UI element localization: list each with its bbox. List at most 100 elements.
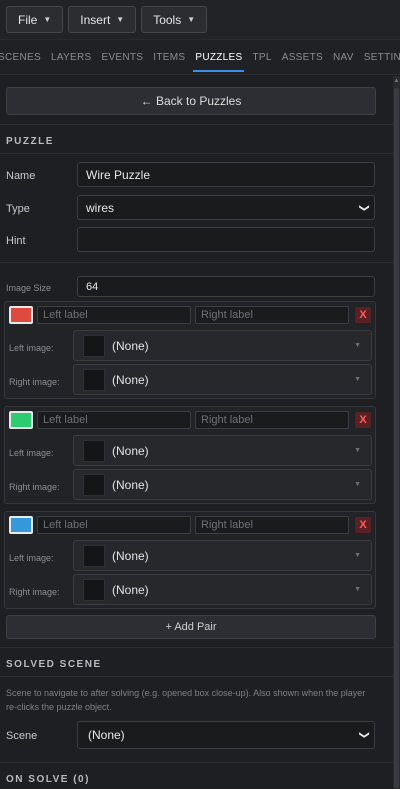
left-image-select[interactable]: (None) ▼ (73, 540, 372, 571)
image-thumbnail (83, 334, 105, 357)
tools-menu-button[interactable]: Tools ▼ (141, 6, 208, 33)
divider (0, 647, 393, 648)
right-label-input[interactable]: Right label (195, 411, 349, 429)
divider (0, 676, 393, 677)
hint-field[interactable] (77, 227, 375, 252)
caret-down-icon: ▼ (116, 15, 125, 24)
left-image-value: (None) (112, 548, 149, 563)
solved-scene-section-title: SOLVED SCENE (6, 659, 102, 670)
caret-down-icon: ▼ (43, 15, 52, 24)
dropdown-arrow-icon: ▼ (354, 586, 361, 593)
insert-menu-label: Insert (80, 12, 111, 27)
image-size-label: Image Size (6, 283, 52, 293)
image-thumbnail (83, 578, 105, 601)
menubar: File ▼ Insert ▼ Tools ▼ (0, 0, 400, 40)
dropdown-arrow-icon: ▼ (354, 342, 361, 349)
right-image-value: (None) (112, 477, 149, 492)
left-image-label: Left image: (9, 448, 54, 458)
dropdown-arrow-icon: ▼ (354, 552, 361, 559)
delete-pair-button[interactable]: X (355, 412, 371, 428)
insert-menu-button[interactable]: Insert ▼ (68, 6, 137, 33)
scrollbar-thumb[interactable] (394, 88, 399, 788)
solved-scene-value: (None) (88, 728, 125, 742)
left-image-select[interactable]: (None) ▼ (73, 330, 372, 361)
chevron-down-icon: ❯ (358, 203, 370, 212)
tab-nav[interactable]: NAV (328, 40, 359, 74)
solved-scene-select[interactable]: (None) ❯ (77, 721, 375, 749)
add-pair-button[interactable]: + Add Pair (6, 615, 376, 639)
tab-items[interactable]: ITEMS (148, 40, 190, 74)
right-image-select[interactable]: (None) ▼ (73, 469, 372, 500)
color-fill (11, 518, 31, 532)
right-image-select[interactable]: (None) ▼ (73, 364, 372, 395)
name-value: Wire Puzzle (86, 167, 151, 182)
pair-color-swatch[interactable] (9, 516, 33, 534)
back-to-puzzles-button[interactable]: ← Back to Puzzles (6, 87, 376, 115)
left-label-input[interactable]: Left label (37, 516, 191, 534)
color-fill (11, 413, 31, 427)
scroll-up-icon[interactable]: ▲ (393, 78, 400, 84)
puzzle-section-title: PUZZLE (6, 136, 54, 147)
delete-pair-button[interactable]: X (355, 307, 371, 323)
panel-scrollbar[interactable]: ▲ (393, 76, 400, 789)
right-image-label: Right image: (9, 482, 60, 492)
dropdown-arrow-icon: ▼ (354, 447, 361, 454)
tab-bar: SCENES LAYERS EVENTS ITEMS PUZZLES TPL A… (0, 40, 400, 75)
dropdown-arrow-icon: ▼ (354, 481, 361, 488)
tab-settings[interactable]: SETTINGS (359, 40, 400, 74)
solved-scene-help-text: Scene to navigate to after solving (e.g.… (6, 688, 366, 712)
tools-menu-label: Tools (153, 12, 182, 27)
caret-down-icon: ▼ (187, 15, 196, 24)
puzzle-editor-panel: ← Back to Puzzles PUZZLE Name Wire Puzzl… (0, 76, 393, 789)
left-label-input[interactable]: Left label (37, 411, 191, 429)
tab-tpl[interactable]: TPL (247, 40, 276, 74)
tab-scenes[interactable]: SCENES (0, 40, 46, 74)
chevron-down-icon: ❯ (358, 730, 370, 740)
divider (0, 153, 393, 154)
on-solve-section-title: ON SOLVE (0) (6, 774, 90, 785)
tab-events[interactable]: EVENTS (96, 40, 148, 74)
divider (0, 262, 393, 263)
dropdown-arrow-icon: ▼ (354, 376, 361, 383)
type-value: wires (86, 200, 115, 215)
right-image-label: Right image: (9, 377, 60, 387)
left-image-label: Left image: (9, 553, 54, 563)
left-image-value: (None) (112, 443, 149, 458)
color-fill (11, 308, 31, 322)
tab-layers[interactable]: LAYERS (46, 40, 97, 74)
divider (0, 762, 393, 763)
scene-label: Scene (6, 730, 38, 742)
tab-assets[interactable]: ASSETS (277, 40, 328, 74)
left-label-input[interactable]: Left label (37, 306, 191, 324)
image-thumbnail (83, 439, 105, 462)
tab-puzzles[interactable]: PUZZLES (190, 40, 247, 74)
name-field[interactable]: Wire Puzzle (77, 162, 375, 187)
name-label: Name (6, 170, 36, 182)
image-size-field[interactable]: 64 (77, 276, 375, 297)
wire-pair: Left label Right label X Left image: (No… (4, 406, 376, 504)
divider (0, 124, 393, 125)
image-thumbnail (83, 368, 105, 391)
right-label-input[interactable]: Right label (195, 306, 349, 324)
left-image-select[interactable]: (None) ▼ (73, 435, 372, 466)
image-thumbnail (83, 544, 105, 567)
right-image-value: (None) (112, 582, 149, 597)
right-image-select[interactable]: (None) ▼ (73, 574, 372, 605)
type-label: Type (6, 203, 30, 215)
pair-color-swatch[interactable] (9, 306, 33, 324)
wire-pair: Left label Right label X Left image: (No… (4, 301, 376, 399)
right-image-value: (None) (112, 372, 149, 387)
right-label-input[interactable]: Right label (195, 516, 349, 534)
image-thumbnail (83, 473, 105, 496)
right-image-label: Right image: (9, 587, 60, 597)
pair-color-swatch[interactable] (9, 411, 33, 429)
wire-pair: Left label Right label X Left image: (No… (4, 511, 376, 609)
type-select[interactable]: wires ❯ (77, 195, 375, 220)
hint-label: Hint (6, 235, 26, 247)
file-menu-label: File (18, 12, 38, 27)
left-image-value: (None) (112, 338, 149, 353)
left-image-label: Left image: (9, 343, 54, 353)
image-size-value: 64 (86, 280, 99, 293)
file-menu-button[interactable]: File ▼ (6, 6, 64, 33)
delete-pair-button[interactable]: X (355, 517, 371, 533)
